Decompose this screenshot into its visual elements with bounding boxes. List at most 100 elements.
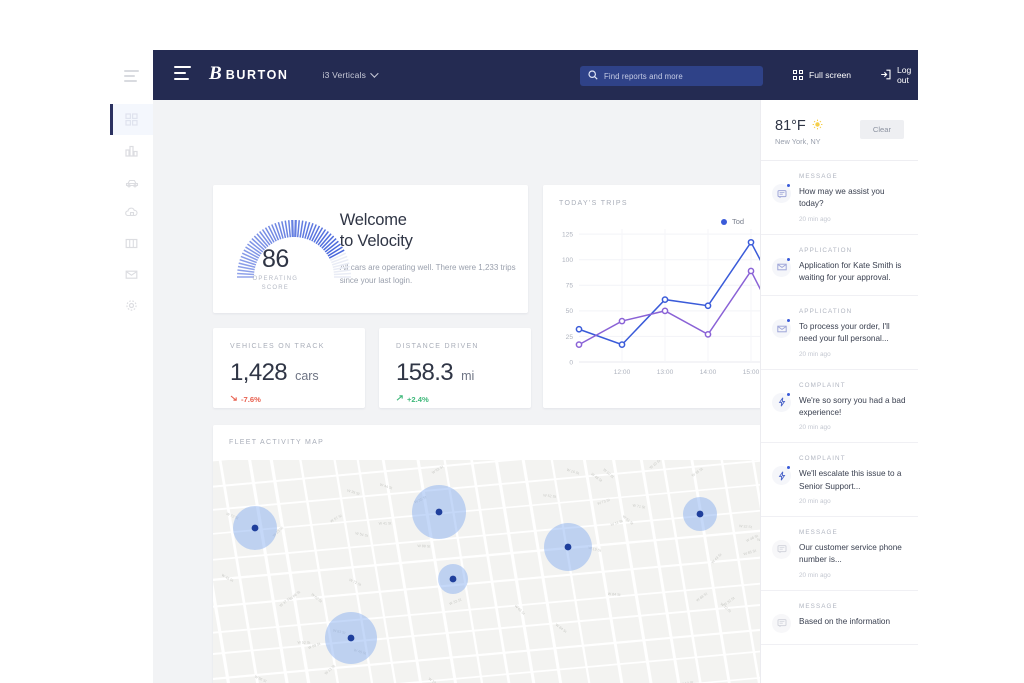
notification-time: 20 min ago bbox=[799, 215, 831, 223]
sidebar-collapse-button[interactable] bbox=[110, 50, 153, 104]
notification-category: MESSAGE bbox=[799, 173, 838, 180]
kpi-delta: +2.4% bbox=[396, 394, 531, 404]
notifications-panel[interactable]: 81°F New York, NY Clear MESSAGE How may w… bbox=[760, 100, 918, 683]
notification-body: MESSAGE How may we assist you today? 20 mi… bbox=[799, 173, 906, 223]
notification-item[interactable]: COMPLAINT We'll escalate this issue to a … bbox=[761, 443, 918, 517]
chat-icon bbox=[772, 184, 791, 203]
kpi-value: 1,428 bbox=[230, 359, 288, 386]
notification-body: MESSAGE Based on the information bbox=[799, 603, 906, 633]
notification-item[interactable]: APPLICATION Application for Kate Smith is… bbox=[761, 235, 918, 297]
cloud-box-icon bbox=[124, 206, 139, 219]
sidebar-item-dashboard[interactable] bbox=[110, 104, 153, 135]
notification-time: 20 min ago bbox=[799, 350, 831, 358]
sun-icon bbox=[812, 118, 823, 134]
notification-item[interactable]: COMPLAINT We're so sorry you had a bad ex… bbox=[761, 370, 918, 444]
clear-button[interactable]: Clear bbox=[859, 120, 904, 139]
arrow-up-right-icon bbox=[396, 394, 404, 404]
app-window: B BURTON i3 Verticals Find reports and m… bbox=[110, 50, 918, 683]
kpi-delta-value: -7.6% bbox=[241, 394, 261, 404]
notification-body: COMPLAINT We're so sorry you had a bad ex… bbox=[799, 382, 906, 432]
sidebar bbox=[110, 50, 153, 683]
logo-mark: B bbox=[209, 63, 222, 84]
envelope-icon bbox=[772, 257, 791, 277]
sidebar-item-settings[interactable] bbox=[110, 290, 153, 321]
notification-category: COMPLAINT bbox=[799, 455, 846, 463]
svg-text:14:00: 14:00 bbox=[700, 369, 717, 376]
sidebar-item-analytics[interactable] bbox=[110, 135, 153, 166]
svg-text:50: 50 bbox=[566, 308, 574, 315]
arrow-down-right-icon bbox=[230, 394, 238, 404]
brand-logo[interactable]: B BURTON bbox=[209, 63, 289, 86]
unread-badge bbox=[787, 184, 790, 187]
notification-body: COMPLAINT We'll escalate this issue to a … bbox=[799, 455, 906, 505]
grid-icon bbox=[793, 70, 803, 80]
kpi-card-vehicles: VEHICLES ON TRACK 1,428 cars -7.6% bbox=[213, 328, 365, 408]
notification-body: APPLICATION Application for Kate Smith is… bbox=[799, 247, 906, 285]
kpi-unit: cars bbox=[295, 369, 319, 383]
operating-score-label: OPERATING SCORE bbox=[252, 275, 299, 291]
fullscreen-label: Full screen bbox=[809, 70, 852, 80]
vertical-selector[interactable]: i3 Verticals bbox=[323, 69, 379, 80]
notification-category: COMPLAINT bbox=[799, 381, 846, 389]
notification-item[interactable]: MESSAGE Our customer service phone number… bbox=[761, 517, 918, 591]
notification-time: 20 min ago bbox=[799, 497, 831, 505]
notification-text: Our customer service phone number is... bbox=[799, 542, 902, 565]
unread-badge bbox=[787, 257, 790, 261]
envelope-icon bbox=[772, 319, 791, 339]
svg-text:13:00: 13:00 bbox=[657, 369, 674, 376]
brand-name: BURTON bbox=[225, 68, 289, 82]
weather-widget: 81°F New York, NY Clear bbox=[761, 100, 918, 161]
notification-item[interactable]: APPLICATION To process your order, I'll n… bbox=[761, 296, 918, 370]
logout-icon bbox=[880, 69, 891, 82]
svg-text:75: 75 bbox=[566, 283, 574, 290]
svg-text:12:00: 12:00 bbox=[614, 369, 631, 376]
chat-icon bbox=[772, 613, 791, 633]
envelope-icon bbox=[125, 268, 138, 281]
car-icon bbox=[125, 175, 139, 188]
svg-text:125: 125 bbox=[562, 232, 573, 239]
hamburger-icon bbox=[124, 69, 139, 85]
bar-chart-icon bbox=[125, 144, 138, 157]
notification-text: Application for Kate Smith is waiting fo… bbox=[799, 260, 902, 282]
chat-icon bbox=[772, 539, 791, 559]
gear-icon bbox=[125, 299, 138, 312]
kpi-title: DISTANCE DRIVEN bbox=[396, 343, 479, 350]
notification-item[interactable]: MESSAGE How may we assist you today? 20 mi… bbox=[761, 161, 918, 235]
grid-dashboard-icon bbox=[125, 113, 138, 126]
sidebar-item-reports[interactable] bbox=[110, 228, 153, 259]
sidebar-item-messages[interactable] bbox=[110, 259, 153, 290]
flash-icon bbox=[772, 466, 791, 486]
notification-category: APPLICATION bbox=[799, 246, 853, 254]
svg-text:100: 100 bbox=[562, 257, 573, 264]
kpi-delta-value: +2.4% bbox=[407, 394, 429, 404]
kpi-unit: mi bbox=[461, 369, 475, 383]
logout-label: Log out bbox=[897, 65, 912, 85]
menu-toggle-button[interactable] bbox=[174, 66, 191, 84]
welcome-card: 86 OPERATING SCORE Welcome to Velocity A… bbox=[213, 185, 528, 313]
notification-item[interactable]: MESSAGE Based on the information bbox=[761, 591, 918, 645]
logout-button[interactable]: Log out bbox=[880, 65, 918, 85]
svg-text:W 88 St: W 88 St bbox=[417, 544, 430, 549]
book-columns-icon bbox=[125, 237, 138, 250]
notification-body: APPLICATION To process your order, I'll n… bbox=[799, 308, 906, 358]
kpi-delta: -7.6% bbox=[230, 394, 365, 404]
unread-badge bbox=[787, 392, 790, 396]
notification-list: MESSAGE How may we assist you today? 20 mi… bbox=[761, 161, 918, 645]
svg-text:W 41 St: W 41 St bbox=[379, 522, 392, 526]
notification-time: 20 min ago bbox=[799, 571, 831, 579]
kpi-title: VEHICLES ON TRACK bbox=[230, 343, 325, 350]
sidebar-item-vehicles[interactable] bbox=[110, 166, 153, 197]
notification-category: APPLICATION bbox=[799, 308, 853, 316]
chevron-down-icon bbox=[370, 69, 379, 78]
svg-text:W 52 St: W 52 St bbox=[297, 641, 310, 645]
unread-badge bbox=[787, 319, 790, 323]
notification-time: 20 min ago bbox=[799, 424, 831, 432]
notification-text: We'll escalate this issue to a Senior Su… bbox=[799, 469, 902, 491]
search-input[interactable]: Find reports and more bbox=[580, 66, 763, 86]
kpi-card-distance: DISTANCE DRIVEN 158.3 mi +2.4% bbox=[379, 328, 531, 408]
flash-icon bbox=[772, 392, 791, 412]
sidebar-item-deliveries[interactable] bbox=[110, 197, 153, 228]
fullscreen-button[interactable]: Full screen bbox=[793, 70, 851, 80]
svg-text:25: 25 bbox=[566, 334, 574, 341]
operating-score-gauge: 86 OPERATING SCORE bbox=[219, 197, 351, 302]
